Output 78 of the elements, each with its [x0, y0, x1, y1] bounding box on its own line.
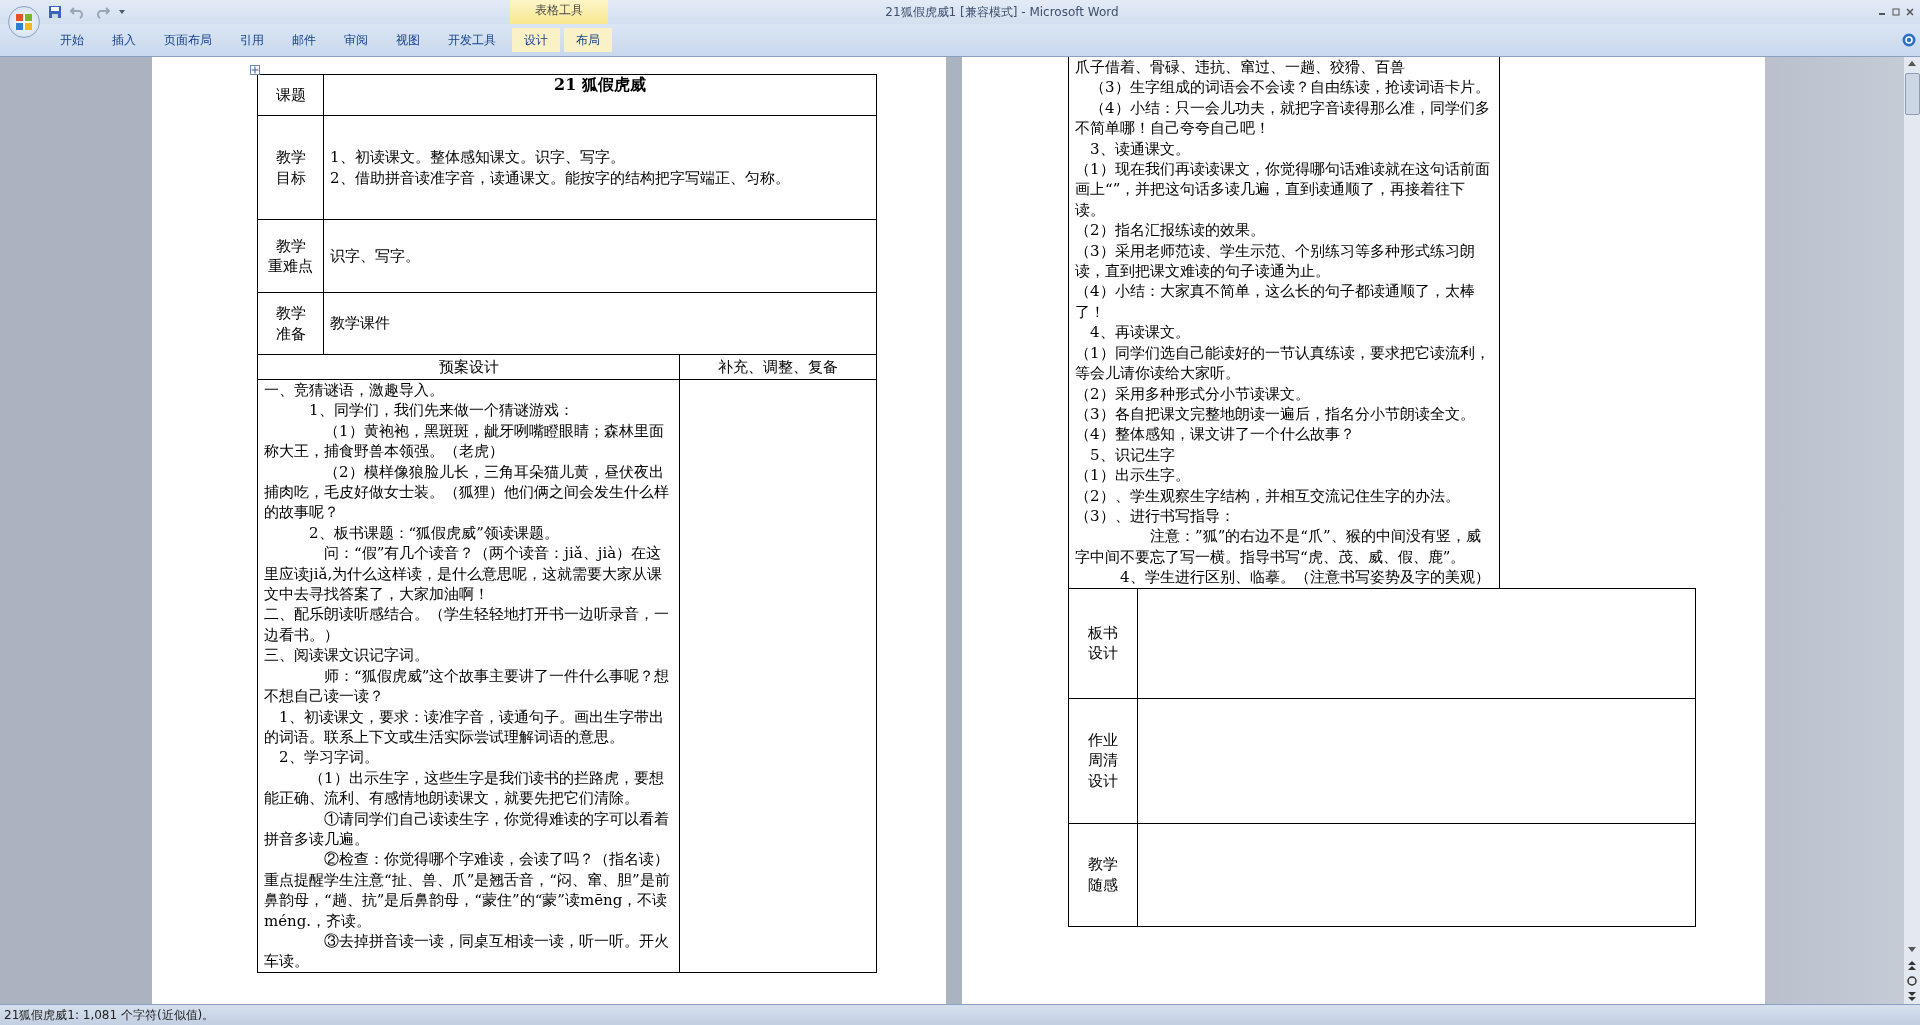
lesson-paragraph: （4）整体感知，课文讲了一个什么故事？: [1075, 424, 1356, 445]
lesson-paragraph: （3）采用老师范读、学生示范、个别练习等多种形式练习朗读，直到把课文难读的句子读通为止。: [1075, 240, 1476, 282]
cell-text: 教学课件: [330, 313, 391, 334]
lesson-paragraph: （4）小结：大家真不简单，这么长的句子都读通顺了，太棒了！: [1075, 281, 1476, 323]
lesson-paragraph: 问：“假”有几个读音？（两个读音：jiǎ、jià）在这里应读jiǎ,为什么这样读，是什么意思呢，这就需要大家从课文中去寻找答案了，大家加油啊！: [264, 543, 664, 605]
office-logo-icon: [13, 11, 35, 33]
lesson-paragraph: 4、再读课文。: [1089, 322, 1191, 343]
window-title: 21狐假虎威1 [兼容模式] - Microsoft Word: [885, 3, 1119, 21]
row-label: 设计: [1087, 770, 1119, 792]
row-label: 教学: [1087, 854, 1119, 875]
lesson-paragraph: （2）、学生观察生字结构，并相互交流记住生字的办法。: [1075, 485, 1461, 506]
close-icon[interactable]: [1906, 8, 1914, 16]
row-label: 教学: [274, 235, 307, 256]
lesson-paragraph: ②检查：你觉得哪个字难读，会读了吗？（指名读）重点提醒学生注意“扯、兽、爪”是翘舌音，“闷、窜、胆”是前鼻韵母，“趟、抗”是后鼻韵母，“蒙住”的“蒙”读mēng，不读méng.，齐读。: [264, 849, 671, 931]
cell-text: 1、初读课文。整体感知课文。识字、写字。: [330, 147, 626, 168]
lesson-paragraph: （4）小结：只一会儿功夫，就把字音读得那么准，同学们多不简单哪！自己夸夸自己吧！: [1075, 97, 1491, 139]
lesson-paragraph: 2、学习字词。: [278, 747, 380, 768]
lesson-paragraph: （3）、进行书写指导：: [1075, 505, 1236, 527]
ribbon-tab[interactable]: 页面布局: [152, 28, 224, 52]
select-browse-object-icon[interactable]: [1905, 974, 1919, 988]
contextual-tab-group: 表格工具: [510, 0, 608, 24]
row-label: 教学: [274, 147, 307, 168]
row-label: 重难点: [267, 256, 314, 277]
row-label: 教学: [274, 303, 307, 324]
lesson-paragraph: ③去掉拼音读一读，同桌互相读一读，听一听。开火车读。: [264, 930, 670, 972]
lesson-paragraph: （1）同学们选自己能读好的一节认真练读，要求把它读流利，等会儿请你读给大家听。: [1075, 342, 1491, 384]
ribbon-tab[interactable]: 开始: [48, 28, 96, 52]
lesson-paragraph: 三、阅读课文识记字词。: [264, 645, 430, 666]
lesson-paragraph: （3）生字组成的词语会不会读？自由练读，抢读词语卡片。: [1089, 77, 1491, 98]
restore-icon[interactable]: [1892, 8, 1900, 16]
lesson-paragraph: （1）出示生字。: [1075, 465, 1191, 486]
ribbon-tab[interactable]: 插入: [100, 28, 148, 52]
table-move-handle-icon[interactable]: [250, 65, 260, 75]
ribbon-tab[interactable]: 引用: [228, 28, 276, 52]
scroll-thumb[interactable]: [1904, 73, 1920, 115]
lesson-paragraph: （2）指名汇报练读的效果。: [1075, 220, 1266, 241]
ribbon-tab[interactable]: 布局: [564, 28, 612, 52]
lesson-paragraph: （1）出示生字，这些生字是我们读书的拦路虎，要想能正确、流利、有感情地朗读课文，就要先把它们清除。: [264, 767, 665, 809]
lesson-paragraph: 1、初读课文，要求：读准字音，读通句子。画出生字带出的词语。联系上下文或生活实际尝试理解词语的意思。: [264, 706, 665, 748]
lesson-paragraph: 1、同学们，我们先来做一个猜谜游戏：: [308, 400, 575, 421]
lesson-paragraph: （2）采用多种形式分小节读课文。: [1075, 383, 1311, 404]
row-label: 随感: [1087, 874, 1119, 895]
ribbon-tab[interactable]: 开发工具: [436, 28, 508, 52]
row-label: 准备: [274, 323, 307, 344]
cell-text: 2、借助拼音读准字音，读通课文。能按字的结构把字写端正、匀称。: [330, 167, 791, 188]
row-label: 课题: [275, 85, 306, 104]
save-icon[interactable]: [48, 5, 62, 19]
lesson-paragraph: 爪子借着、骨碌、违抗、窜过、一趟、狡猾、百兽: [1075, 57, 1406, 78]
lesson-paragraph: 师：“狐假虎威”这个故事主要讲了一件什么事呢？想不想自己读一读？: [264, 665, 671, 707]
help-icon[interactable]: [1902, 33, 1916, 47]
lesson-paragraph: 二、配乐朗读听感结合。（学生轻轻地打开书一边听录音，一边看书。）: [264, 604, 670, 646]
dropdown-icon[interactable]: [118, 8, 126, 16]
cell-text: 识字、写字。: [330, 245, 421, 267]
lesson-paragraph: （1）黄袍袍，黑斑斑，龇牙咧嘴瞪眼睛；森林里面称大王，捕食野兽本领强。（老虎）: [264, 420, 665, 462]
lesson-paragraph: 一、竞猜谜语，激趣导入。: [264, 380, 445, 401]
column-header: 补充、调整、复备: [718, 357, 838, 376]
office-button[interactable]: [8, 6, 40, 38]
ribbon-tab[interactable]: 视图: [384, 28, 432, 52]
lesson-paragraph: 2、板书课题：“狐假虎威”领读课题。: [308, 522, 560, 544]
lesson-title: 21 狐假虎威: [554, 75, 646, 94]
ribbon-tab[interactable]: 设计: [512, 28, 560, 52]
row-label: 目标: [274, 167, 307, 188]
status-text: 21狐假虎威1: 1,081 个字符(近似值)。: [4, 1008, 215, 1022]
lesson-paragraph: （2）模样像狼脸儿长，三角耳朵猫儿黄，昼伏夜出捕肉吃，毛皮好做女士装。（狐狸）他们俩之间会发生什么样的故事呢？: [264, 461, 670, 523]
lesson-paragraph: ①请同学们自己读读生字，你觉得难读的字可以看着拼音多读几遍。: [264, 808, 670, 850]
lesson-paragraph: （3）各自把课文完整地朗读一遍后，指名分小节朗读全文。: [1075, 403, 1476, 425]
lesson-paragraph: （1）现在我们再读读课文，你觉得哪句话难读就在这句话前面画上“”，并把这句话多读几遍，直到读通顺了，再接着往下读。: [1075, 159, 1491, 221]
row-label: 设计: [1087, 643, 1119, 664]
ribbon-tab[interactable]: 邮件: [280, 28, 328, 52]
row-label: 作业: [1087, 729, 1119, 751]
lesson-paragraph: 3、读通课文。: [1089, 138, 1191, 160]
lesson-paragraph: 4、学生进行区别、临摹。（注意书写姿势及字的美观）: [1119, 567, 1491, 588]
ribbon-tab[interactable]: 审阅: [332, 28, 380, 52]
lesson-paragraph: 注意：”狐”的右边不是“爪”、猴的中间没有竖，威字中间不要忘了写一横。指导书写“虎、茂、威、假、鹿”。: [1075, 526, 1482, 568]
column-header: 预案设计: [438, 357, 499, 376]
lesson-paragraph: 5、识记生字: [1089, 444, 1176, 466]
row-label: 周清: [1087, 750, 1119, 771]
row-label: 板书: [1087, 622, 1119, 644]
